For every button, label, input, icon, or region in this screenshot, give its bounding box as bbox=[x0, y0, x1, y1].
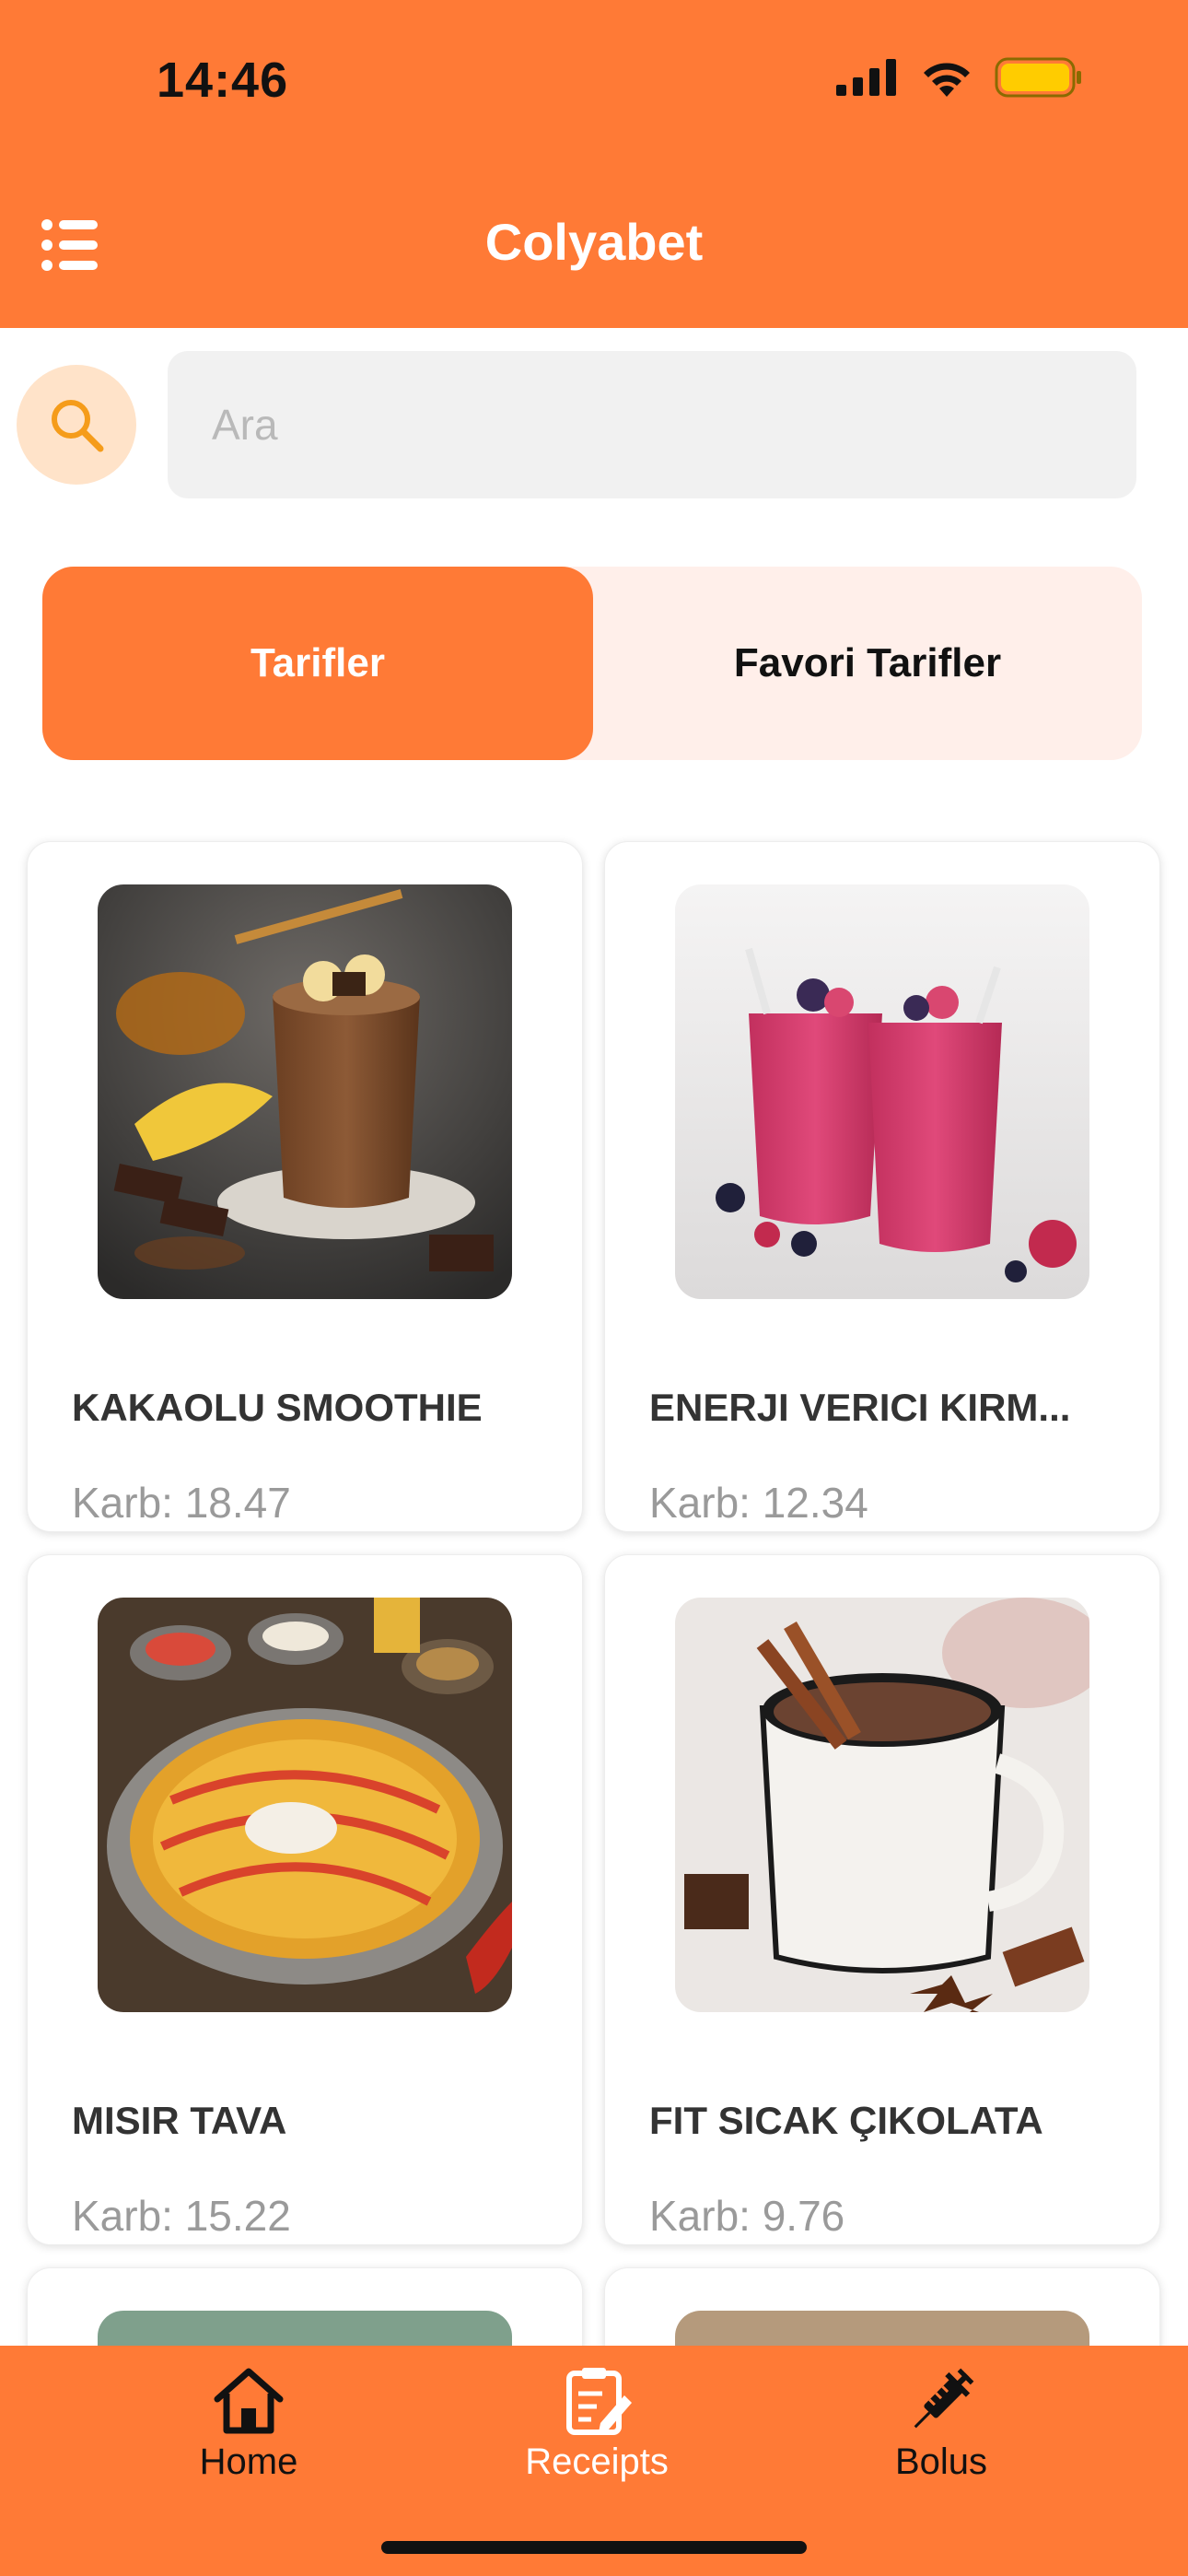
tab-recipes[interactable]: Tarifler bbox=[42, 567, 593, 760]
recipe-tabs: Tarifler Favori Tarifler bbox=[42, 567, 1142, 760]
recipe-carb: Karb: 9.76 bbox=[649, 2192, 845, 2240]
nav-bolus[interactable]: Bolus bbox=[831, 2364, 1052, 2483]
cellular-signal-icon bbox=[836, 59, 899, 100]
recipe-title: MISIR TAVA bbox=[72, 2099, 287, 2142]
app-title: Colyabet bbox=[484, 213, 704, 271]
recipe-card[interactable]: FIT SICAK ÇIKOLATA Karb: 9.76 bbox=[604, 1554, 1160, 2245]
recipe-card[interactable]: ENERJI VERICI KIRM... Karb: 12.34 bbox=[604, 841, 1160, 1532]
recipe-image bbox=[98, 884, 512, 1299]
search-input[interactable] bbox=[168, 351, 1136, 498]
search-button[interactable] bbox=[17, 365, 136, 485]
recipe-image bbox=[675, 884, 1089, 1299]
wifi-icon bbox=[919, 58, 974, 101]
recipe-card[interactable]: MISIR TAVA Karb: 15.22 bbox=[27, 1554, 583, 2245]
nav-bolus-label: Bolus bbox=[894, 2441, 988, 2482]
syringe-icon bbox=[914, 2368, 974, 2429]
nav-home-label: Home bbox=[199, 2441, 298, 2482]
receipt-icon bbox=[566, 2368, 632, 2435]
recipe-carb: Karb: 18.47 bbox=[72, 1479, 291, 1527]
recipe-image bbox=[98, 1598, 512, 2012]
recipe-title: FIT SICAK ÇIKOLATA bbox=[649, 2099, 1043, 2142]
recipe-title: KAKAOLU SMOOTHIE bbox=[72, 1386, 483, 1429]
recipe-image bbox=[675, 1598, 1089, 2012]
nav-home[interactable]: Home bbox=[138, 2364, 359, 2483]
status-time: 14:46 bbox=[157, 53, 289, 108]
nav-receipts[interactable]: Receipts bbox=[486, 2364, 707, 2483]
recipe-carb: Karb: 12.34 bbox=[649, 1479, 868, 1527]
recipe-carb: Karb: 15.22 bbox=[72, 2192, 291, 2240]
search-icon bbox=[52, 400, 104, 452]
nav-receipts-label: Receipts bbox=[525, 2441, 669, 2482]
recipe-title: ENERJI VERICI KIRM... bbox=[649, 1386, 1071, 1429]
recipe-card[interactable]: KAKAOLU SMOOTHIE Karb: 18.47 bbox=[27, 841, 583, 1532]
app-header: 14:46 Colyabet bbox=[0, 0, 1188, 328]
battery-icon bbox=[995, 57, 1083, 102]
tab-favorite-recipes[interactable]: Favori Tarifler bbox=[593, 567, 1142, 760]
status-icons bbox=[836, 57, 1083, 102]
home-indicator bbox=[381, 2541, 807, 2554]
home-icon bbox=[214, 2368, 284, 2434]
